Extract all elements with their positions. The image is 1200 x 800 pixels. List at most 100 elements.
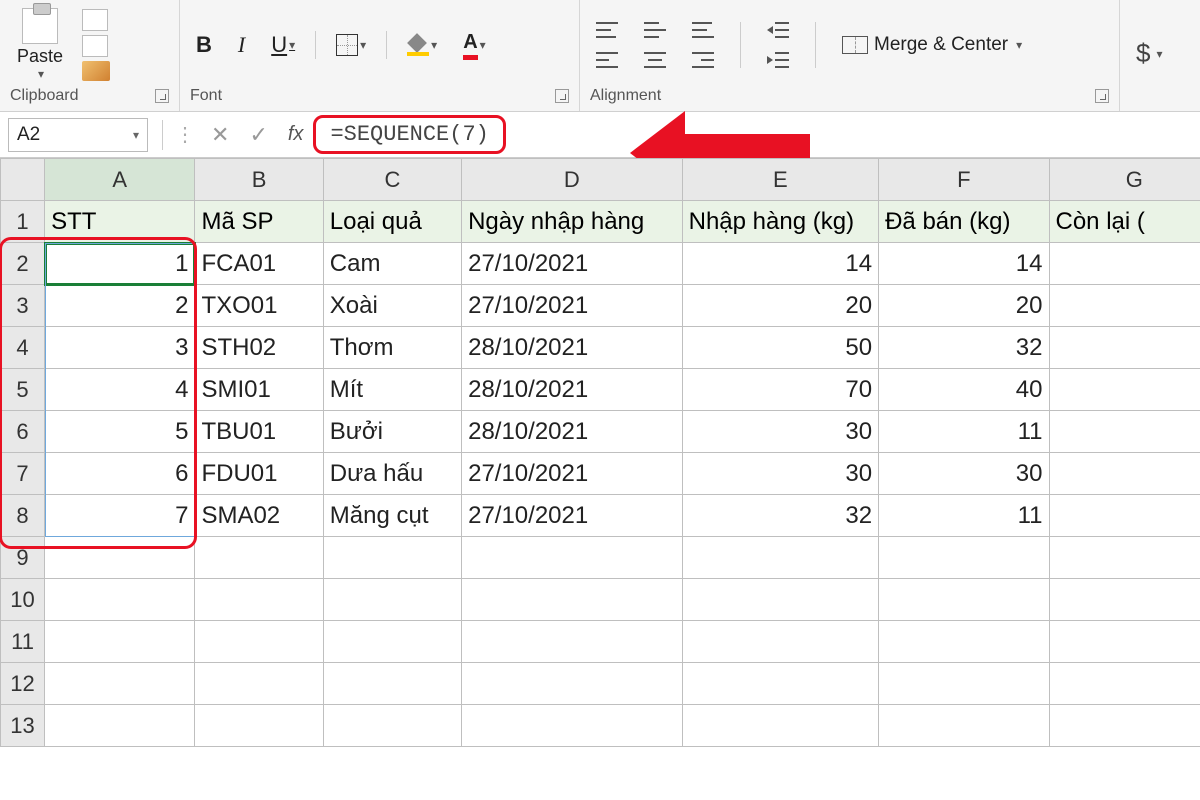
borders-button[interactable]: ▾ [330, 30, 372, 60]
cell-D13[interactable] [462, 705, 683, 747]
row-header-1[interactable]: 1 [1, 201, 45, 243]
spreadsheet-grid[interactable]: ABCDEFG1STTMã SPLoại quảNgày nhập hàngNh… [0, 158, 1200, 747]
decrease-indent-button[interactable] [761, 18, 795, 42]
align-center-button[interactable] [638, 48, 672, 72]
formula-input[interactable]: =SEQUENCE(7) [313, 115, 505, 154]
cell-B12[interactable] [195, 663, 323, 705]
dialog-launcher-icon[interactable] [155, 89, 169, 103]
cell-A4[interactable]: 3 [45, 327, 195, 369]
cell-B7[interactable]: FDU01 [195, 453, 323, 495]
font-color-button[interactable]: A▾ [457, 27, 491, 62]
row-header-11[interactable]: 11 [1, 621, 45, 663]
dialog-launcher-icon[interactable] [555, 89, 569, 103]
cell-F4[interactable]: 32 [879, 327, 1049, 369]
format-painter-icon[interactable] [82, 61, 110, 81]
row-header-9[interactable]: 9 [1, 537, 45, 579]
increase-indent-button[interactable] [761, 48, 795, 72]
cell-F12[interactable] [879, 663, 1049, 705]
cell-B2[interactable]: FCA01 [195, 243, 323, 285]
cell-D6[interactable]: 28/10/2021 [462, 411, 683, 453]
cell-A1[interactable]: STT [45, 201, 195, 243]
cell-C7[interactable]: Dưa hấu [323, 453, 461, 495]
cell-F1[interactable]: Đã bán (kg) [879, 201, 1049, 243]
cell-C12[interactable] [323, 663, 461, 705]
fx-label[interactable]: fx [278, 123, 314, 146]
align-left-button[interactable] [590, 48, 624, 72]
cell-C6[interactable]: Bưởi [323, 411, 461, 453]
cell-D2[interactable]: 27/10/2021 [462, 243, 683, 285]
cell-D10[interactable] [462, 579, 683, 621]
cell-F6[interactable]: 11 [879, 411, 1049, 453]
cell-D8[interactable]: 27/10/2021 [462, 495, 683, 537]
cell-E13[interactable] [682, 705, 878, 747]
cell-G8[interactable] [1049, 495, 1200, 537]
cell-B5[interactable]: SMI01 [195, 369, 323, 411]
cell-C9[interactable] [323, 537, 461, 579]
align-top-button[interactable] [590, 18, 624, 42]
row-header-6[interactable]: 6 [1, 411, 45, 453]
paste-button[interactable]: Paste ▾ [10, 4, 70, 85]
cell-G9[interactable] [1049, 537, 1200, 579]
cell-C10[interactable] [323, 579, 461, 621]
cell-A12[interactable] [45, 663, 195, 705]
cell-B8[interactable]: SMA02 [195, 495, 323, 537]
currency-format-button[interactable]: $▾ [1130, 34, 1169, 73]
cancel-formula-button[interactable]: ✕ [201, 122, 239, 148]
cell-B11[interactable] [195, 621, 323, 663]
underline-button[interactable]: U▾ [265, 28, 301, 62]
row-header-10[interactable]: 10 [1, 579, 45, 621]
cell-G4[interactable] [1049, 327, 1200, 369]
cell-D1[interactable]: Ngày nhập hàng [462, 201, 683, 243]
cell-D11[interactable] [462, 621, 683, 663]
column-header-G[interactable]: G [1049, 159, 1200, 201]
fill-color-button[interactable]: ▾ [401, 30, 443, 60]
cell-F11[interactable] [879, 621, 1049, 663]
cell-D5[interactable]: 28/10/2021 [462, 369, 683, 411]
select-all-corner[interactable] [1, 159, 45, 201]
column-header-A[interactable]: A [45, 159, 195, 201]
row-header-2[interactable]: 2 [1, 243, 45, 285]
cell-E8[interactable]: 32 [682, 495, 878, 537]
enter-formula-button[interactable]: ✓ [239, 122, 277, 148]
align-right-button[interactable] [686, 48, 720, 72]
row-header-5[interactable]: 5 [1, 369, 45, 411]
cell-F5[interactable]: 40 [879, 369, 1049, 411]
cell-F3[interactable]: 20 [879, 285, 1049, 327]
cell-F8[interactable]: 11 [879, 495, 1049, 537]
cell-A6[interactable]: 5 [45, 411, 195, 453]
cell-F9[interactable] [879, 537, 1049, 579]
cell-C5[interactable]: Mít [323, 369, 461, 411]
cell-E1[interactable]: Nhập hàng (kg) [682, 201, 878, 243]
cell-B3[interactable]: TXO01 [195, 285, 323, 327]
cell-E5[interactable]: 70 [682, 369, 878, 411]
cell-A13[interactable] [45, 705, 195, 747]
cell-E11[interactable] [682, 621, 878, 663]
cell-G3[interactable] [1049, 285, 1200, 327]
cell-B4[interactable]: STH02 [195, 327, 323, 369]
cell-A7[interactable]: 6 [45, 453, 195, 495]
column-header-B[interactable]: B [195, 159, 323, 201]
cell-D7[interactable]: 27/10/2021 [462, 453, 683, 495]
cell-C2[interactable]: Cam [323, 243, 461, 285]
copy-icon[interactable] [82, 35, 108, 57]
cell-D12[interactable] [462, 663, 683, 705]
cell-A9[interactable] [45, 537, 195, 579]
cell-G11[interactable] [1049, 621, 1200, 663]
align-bottom-button[interactable] [686, 18, 720, 42]
merge-center-button[interactable]: Merge & Center ▾ [836, 30, 1028, 60]
cell-G6[interactable] [1049, 411, 1200, 453]
cell-E10[interactable] [682, 579, 878, 621]
cell-F13[interactable] [879, 705, 1049, 747]
row-header-3[interactable]: 3 [1, 285, 45, 327]
cell-F10[interactable] [879, 579, 1049, 621]
dialog-launcher-icon[interactable] [1095, 89, 1109, 103]
cell-B6[interactable]: TBU01 [195, 411, 323, 453]
cell-A8[interactable]: 7 [45, 495, 195, 537]
bold-button[interactable]: B [190, 28, 218, 62]
cell-G12[interactable] [1049, 663, 1200, 705]
cell-E12[interactable] [682, 663, 878, 705]
cell-D3[interactable]: 27/10/2021 [462, 285, 683, 327]
cell-C3[interactable]: Xoài [323, 285, 461, 327]
row-header-13[interactable]: 13 [1, 705, 45, 747]
column-header-C[interactable]: C [323, 159, 461, 201]
